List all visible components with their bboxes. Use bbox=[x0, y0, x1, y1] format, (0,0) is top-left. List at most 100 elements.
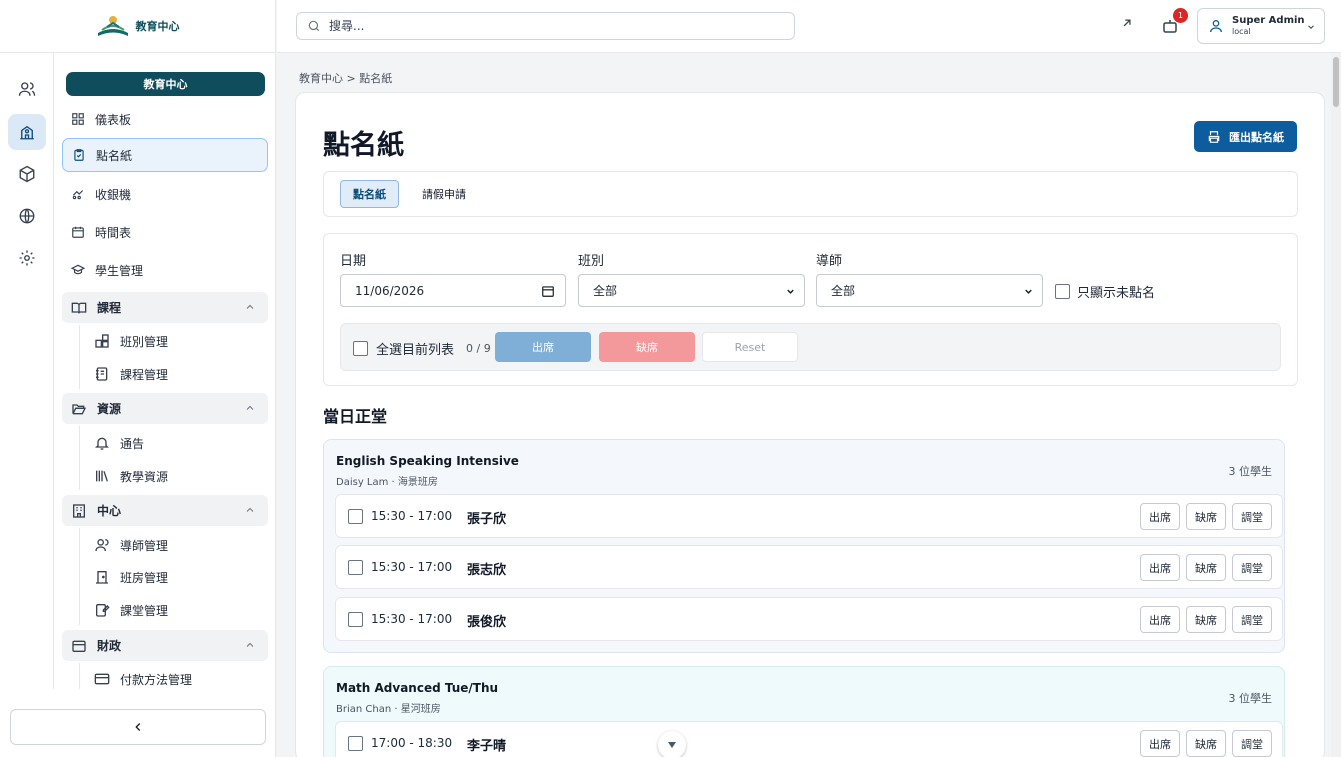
sidebar-group-courses[interactable]: 課程 bbox=[62, 292, 268, 323]
chevron-down-icon bbox=[1025, 289, 1032, 294]
breadcrumb: 教育中心 > 點名紙 bbox=[299, 72, 393, 85]
blocks-icon bbox=[95, 334, 109, 348]
class-title: English Speaking Intensive bbox=[336, 454, 519, 468]
row-checkbox[interactable] bbox=[348, 560, 363, 575]
chevron-up-icon bbox=[246, 304, 254, 309]
bulk-present-button[interactable]: 出席 bbox=[495, 332, 591, 362]
absent-button[interactable]: 缺席 bbox=[1186, 730, 1226, 757]
icon-rail bbox=[0, 53, 54, 689]
sidebar-item-notices[interactable]: 通告 bbox=[94, 430, 144, 456]
rail-school-button[interactable] bbox=[8, 114, 46, 150]
transfer-button[interactable]: 調堂 bbox=[1232, 503, 1272, 530]
export-attendance-button[interactable]: 匯出點名紙 bbox=[1194, 121, 1297, 152]
collapse-sidebar-button[interactable] bbox=[10, 709, 266, 745]
student-name: 張志欣 bbox=[467, 563, 507, 578]
sidebar-item-room-management[interactable]: 班房管理 bbox=[94, 564, 168, 590]
sidebar-item-label: 時間表 bbox=[95, 225, 132, 240]
scroll-down-button[interactable] bbox=[658, 731, 686, 757]
building-icon bbox=[73, 503, 85, 518]
bulk-absent-button[interactable]: 缺席 bbox=[599, 332, 695, 362]
tutor-select-value: 全部 bbox=[831, 284, 856, 298]
reset-button[interactable]: Reset bbox=[702, 332, 798, 362]
row-checkbox[interactable] bbox=[348, 509, 363, 524]
date-value: 11/06/2026 bbox=[355, 283, 425, 298]
brand-logo[interactable]: 教育中心 bbox=[0, 0, 275, 53]
external-link-icon[interactable] bbox=[1120, 16, 1134, 30]
sidebar-item-course-management[interactable]: 課程管理 bbox=[94, 361, 168, 387]
chevron-down-icon bbox=[1308, 25, 1314, 29]
sidebar: 教育中心 教育中心 儀表板 點名紙 收銀機 時間表 學生管理 課程 班別管理 課… bbox=[0, 0, 276, 757]
sidebar-item-label: 收銀機 bbox=[95, 187, 132, 202]
attendance-row: 15:30 - 17:00 張子欣 出席 缺席 調堂 bbox=[335, 494, 1283, 538]
chevron-left-icon bbox=[135, 723, 141, 731]
top-header: 1 Super Admin local bbox=[277, 0, 1341, 53]
tutor-select[interactable]: 全部 bbox=[816, 274, 1043, 307]
sidebar-item-payment-methods[interactable]: 付款方法管理 bbox=[94, 666, 192, 692]
select-all-checkbox[interactable] bbox=[353, 341, 368, 356]
row-checkbox[interactable] bbox=[348, 736, 363, 751]
sidebar-item-label: 課堂管理 bbox=[120, 603, 169, 618]
lesson-time: 15:30 - 17:00 bbox=[371, 560, 453, 574]
present-button[interactable]: 出席 bbox=[1140, 730, 1180, 757]
sidebar-item-cashier[interactable]: 收銀機 bbox=[62, 177, 268, 211]
filter-panel: 日期 11/06/2026 班別 全部 導師 全部 只顯示未點名 全選目前列表 … bbox=[323, 233, 1298, 386]
book-open-icon bbox=[71, 302, 87, 313]
present-button[interactable]: 出席 bbox=[1140, 554, 1180, 581]
transfer-button[interactable]: 調堂 bbox=[1232, 730, 1272, 757]
gear-icon bbox=[19, 250, 35, 266]
select-all-toggle[interactable]: 全選目前列表 0 / 9 bbox=[353, 339, 491, 358]
lesson-time: 15:30 - 17:00 bbox=[371, 509, 453, 523]
row-checkbox[interactable] bbox=[348, 612, 363, 627]
class-select[interactable]: 全部 bbox=[578, 274, 805, 307]
sidebar-group-center[interactable]: 中心 bbox=[62, 495, 268, 526]
chevron-up-icon bbox=[246, 507, 254, 512]
select-all-label: 全選目前列表 bbox=[376, 343, 455, 358]
sidebar-item-label: 課程管理 bbox=[120, 367, 169, 382]
student-count: 3 位學生 bbox=[1228, 692, 1273, 705]
search-box[interactable] bbox=[296, 12, 795, 40]
sidebar-group-resources[interactable]: 資源 bbox=[62, 393, 268, 424]
student-count: 3 位學生 bbox=[1228, 465, 1273, 478]
sidebar-item-timetable[interactable]: 時間表 bbox=[62, 215, 268, 249]
users-icon bbox=[18, 82, 36, 96]
only-unmarked-label: 只顯示未點名 bbox=[1077, 286, 1156, 301]
date-input[interactable]: 11/06/2026 bbox=[340, 274, 566, 307]
present-button[interactable]: 出席 bbox=[1140, 606, 1180, 633]
sidebar-item-attendance[interactable]: 點名紙 bbox=[62, 138, 268, 172]
page-scrollbar[interactable] bbox=[1331, 53, 1341, 757]
export-label: 匯出點名紙 bbox=[1229, 130, 1284, 144]
absent-button[interactable]: 缺席 bbox=[1186, 503, 1226, 530]
only-unmarked-toggle[interactable]: 只顯示未點名 bbox=[1055, 282, 1155, 301]
calendar-icon[interactable] bbox=[541, 284, 555, 298]
rail-package-button[interactable] bbox=[8, 156, 46, 192]
tab-leave-requests[interactable]: 請假申請 bbox=[419, 180, 469, 208]
sidebar-item-dashboard[interactable]: 儀表板 bbox=[62, 102, 268, 136]
subtree-line bbox=[79, 528, 80, 625]
search-input[interactable] bbox=[329, 19, 769, 33]
absent-button[interactable]: 缺席 bbox=[1186, 606, 1226, 633]
transfer-button[interactable]: 調堂 bbox=[1232, 606, 1272, 633]
chevron-up-icon bbox=[246, 405, 254, 410]
sidebar-item-students[interactable]: 學生管理 bbox=[62, 253, 268, 287]
sidebar-item-teaching-resources[interactable]: 教學資源 bbox=[94, 463, 168, 489]
only-unmarked-checkbox[interactable] bbox=[1055, 284, 1070, 299]
sidebar-item-tutor-management[interactable]: 導師管理 bbox=[94, 532, 168, 558]
user-menu-button[interactable]: Super Admin local bbox=[1197, 8, 1325, 44]
present-button[interactable]: 出席 bbox=[1140, 503, 1180, 530]
sidebar-item-lesson-management[interactable]: 課堂管理 bbox=[94, 597, 168, 623]
transfer-button[interactable]: 調堂 bbox=[1232, 554, 1272, 581]
sidebar-item-label: 教學資源 bbox=[120, 469, 169, 484]
notification-badge: 1 bbox=[1173, 8, 1188, 23]
rail-users-button[interactable] bbox=[8, 71, 46, 107]
rail-settings-button[interactable] bbox=[8, 240, 46, 276]
tab-attendance[interactable]: 點名紙 bbox=[340, 180, 399, 208]
sidebar-group-finance[interactable]: 財政 bbox=[62, 630, 268, 661]
sidebar-item-label: 通告 bbox=[120, 436, 145, 451]
center-chip[interactable]: 教育中心 bbox=[66, 72, 265, 96]
scrollbar-thumb[interactable] bbox=[1333, 57, 1339, 107]
absent-button[interactable]: 缺席 bbox=[1186, 554, 1226, 581]
sidebar-item-class-management[interactable]: 班別管理 bbox=[94, 328, 168, 354]
notebook-icon bbox=[96, 367, 108, 381]
rail-globe-button[interactable] bbox=[8, 198, 46, 234]
lesson-time: 17:00 - 18:30 bbox=[371, 736, 453, 750]
